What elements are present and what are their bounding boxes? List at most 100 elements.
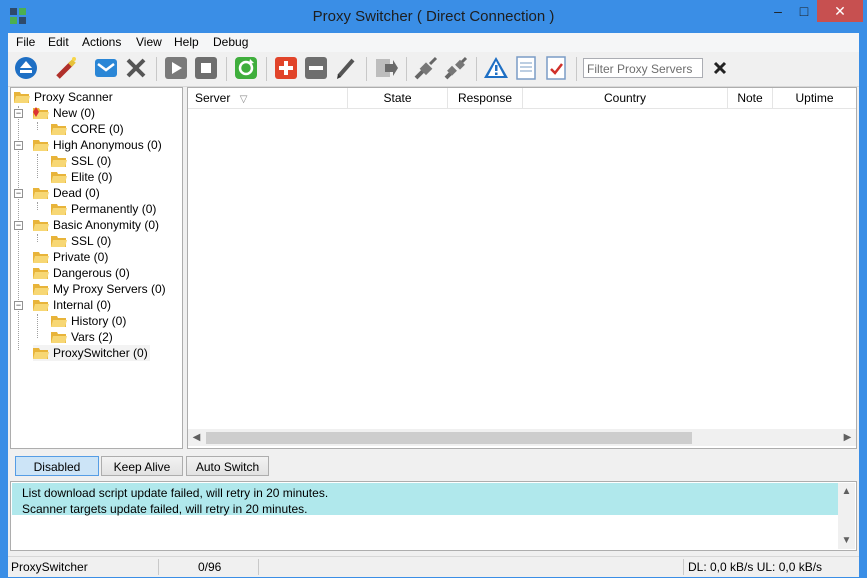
open-folder-icon: [14, 92, 30, 103]
folder-icon: [33, 284, 49, 295]
maximize-button[interactable]: □: [791, 0, 817, 22]
edit-icon[interactable]: [333, 55, 359, 81]
folder-icon: [33, 220, 49, 231]
toolbar-separator: [226, 57, 227, 81]
checklist-icon[interactable]: [543, 55, 569, 81]
log-line: Scanner targets update failed, will retr…: [22, 502, 308, 516]
proxy-tree[interactable]: Proxy Scanner − New (0) CORE (0) − High …: [10, 87, 183, 449]
minimize-button[interactable]: –: [765, 0, 791, 22]
tree-label: Dangerous (0): [53, 266, 130, 280]
collapse-high-anonymous[interactable]: −: [14, 141, 23, 150]
tree-label: Vars (2): [71, 330, 113, 344]
folder-icon: [51, 316, 67, 327]
refresh-icon[interactable]: [233, 55, 259, 81]
connect-icon[interactable]: [413, 55, 439, 81]
server-list[interactable]: Server ▽ State Response Country Note Upt…: [187, 87, 857, 449]
scroll-thumb[interactable]: [206, 432, 692, 444]
eject-icon[interactable]: [13, 55, 39, 81]
col-response[interactable]: Response: [448, 88, 523, 108]
menu-file[interactable]: File: [16, 35, 35, 49]
filter-input[interactable]: Filter Proxy Servers: [583, 58, 703, 78]
list-header: Server ▽ State Response Country Note Upt…: [188, 88, 856, 109]
folder-icon: [51, 204, 67, 215]
tree-item-ssl-basic[interactable]: SSL (0): [51, 233, 111, 249]
toolbar-separator: [156, 57, 157, 81]
delete-icon[interactable]: [123, 55, 149, 81]
collapse-dead[interactable]: −: [14, 189, 23, 198]
col-country[interactable]: Country: [523, 88, 728, 108]
tree-item-proxyswitcher[interactable]: ProxySwitcher (0): [33, 345, 150, 361]
document-icon[interactable]: [513, 55, 539, 81]
menu-debug[interactable]: Debug: [213, 35, 248, 49]
col-uptime[interactable]: Uptime: [773, 88, 856, 108]
collapse-internal[interactable]: −: [14, 301, 23, 310]
vertical-scrollbar[interactable]: ▲ ▼: [838, 483, 855, 549]
menu-actions[interactable]: Actions: [82, 35, 121, 49]
menu-bar: File Edit Actions View Help Debug: [8, 33, 859, 52]
tree-item-vars[interactable]: Vars (2): [51, 329, 113, 345]
tree-item-basic-anonymity[interactable]: Basic Anonymity (0): [33, 217, 159, 233]
scroll-left-icon[interactable]: ◀: [188, 429, 205, 446]
tree-item-my-proxy-servers[interactable]: My Proxy Servers (0): [33, 281, 166, 297]
status-app: ProxySwitcher: [11, 560, 88, 574]
scroll-down-icon[interactable]: ▼: [838, 532, 855, 549]
tree-item-history[interactable]: History (0): [51, 313, 126, 329]
tree-item-dangerous[interactable]: Dangerous (0): [33, 265, 130, 281]
collapse-basic-anonymity[interactable]: −: [14, 221, 23, 230]
add-icon[interactable]: [273, 55, 299, 81]
menu-edit[interactable]: Edit: [48, 35, 69, 49]
tree-label: Basic Anonymity (0): [53, 218, 160, 232]
warning-icon[interactable]: [483, 55, 509, 81]
new-folder-icon: [33, 107, 49, 119]
tree-label: My Proxy Servers (0): [53, 282, 166, 296]
horizontal-scrollbar[interactable]: ◀ ▶: [188, 429, 856, 446]
tree-item-internal[interactable]: Internal (0): [33, 297, 111, 313]
folder-icon: [51, 236, 67, 247]
title-bar[interactable]: Proxy Switcher ( Direct Connection ) – □…: [0, 0, 867, 33]
stop-icon[interactable]: [193, 55, 219, 81]
tree-item-core[interactable]: CORE (0): [51, 121, 124, 137]
folder-icon: [33, 300, 49, 311]
tree-item-ssl[interactable]: SSL (0): [51, 153, 111, 169]
auto-switch-button[interactable]: Auto Switch: [186, 456, 269, 476]
status-speed: DL: 0,0 kB/s UL: 0,0 kB/s: [688, 560, 823, 574]
tree-item-permanently[interactable]: Permanently (0): [51, 201, 156, 217]
collapse-new[interactable]: −: [14, 109, 23, 118]
tree-item-high-anonymous[interactable]: High Anonymous (0): [33, 137, 162, 153]
col-server[interactable]: Server ▽: [188, 88, 348, 108]
tree-label: SSL (0): [71, 234, 112, 248]
toolbar-separator: [576, 57, 577, 81]
play-icon[interactable]: [163, 55, 189, 81]
tree-label: New (0): [53, 106, 96, 120]
log-line: List download script update failed, will…: [22, 486, 329, 500]
mail-icon[interactable]: [93, 55, 119, 81]
tree-item-private[interactable]: Private (0): [33, 249, 108, 265]
disconnect-icon[interactable]: [443, 55, 469, 81]
tree-line: [37, 234, 38, 242]
col-state[interactable]: State: [348, 88, 448, 108]
log-panel[interactable]: List download script update failed, will…: [10, 481, 857, 551]
menu-view[interactable]: View: [136, 35, 162, 49]
tree-label: CORE (0): [71, 122, 124, 136]
tree-root[interactable]: Proxy Scanner: [14, 89, 113, 105]
disabled-button[interactable]: Disabled: [15, 456, 99, 476]
export-icon[interactable]: [373, 55, 399, 81]
folder-icon: [33, 140, 49, 151]
keep-alive-button[interactable]: Keep Alive: [101, 456, 183, 476]
close-button[interactable]: ✕: [817, 0, 863, 22]
tree-label: Elite (0): [71, 170, 113, 184]
tree-item-elite[interactable]: Elite (0): [51, 169, 112, 185]
tree-item-dead[interactable]: Dead (0): [33, 185, 100, 201]
scroll-up-icon[interactable]: ▲: [838, 483, 855, 500]
tree-label: Dead (0): [53, 186, 100, 200]
tree-item-new[interactable]: New (0): [33, 105, 95, 121]
wand-icon[interactable]: [53, 55, 79, 81]
folder-icon: [51, 332, 67, 343]
scroll-right-icon[interactable]: ▶: [839, 429, 856, 446]
tree-line: [37, 314, 38, 338]
clear-filter-icon[interactable]: [710, 58, 730, 78]
remove-icon[interactable]: [303, 55, 329, 81]
folder-icon: [51, 156, 67, 167]
col-note[interactable]: Note: [728, 88, 773, 108]
menu-help[interactable]: Help: [174, 35, 199, 49]
